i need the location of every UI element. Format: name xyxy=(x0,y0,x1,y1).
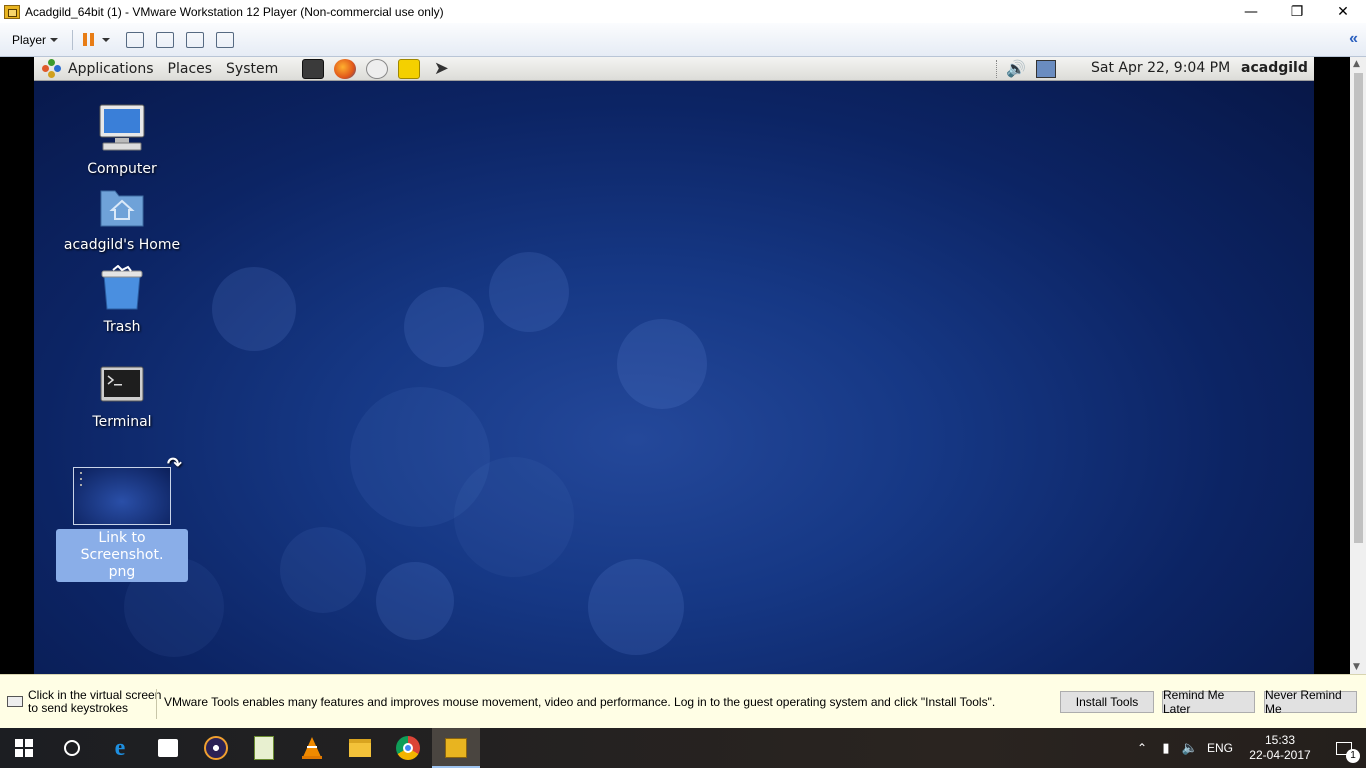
restore-button[interactable]: ❐ xyxy=(1274,0,1320,23)
mail-client-icon[interactable] xyxy=(366,58,389,79)
window-title: Acadgild_64bit (1) - VMware Workstation … xyxy=(25,4,444,19)
taskbar-clock[interactable]: 15:33 22-04-2017 xyxy=(1238,733,1322,763)
taskbar-vlc[interactable] xyxy=(288,728,336,768)
vmware-player-icon xyxy=(445,738,467,758)
desktop-icon-label: Link to Screenshot. png xyxy=(56,529,188,582)
notification-divider xyxy=(156,689,157,719)
window-titlebar: Acadgild_64bit (1) - VMware Workstation … xyxy=(0,0,1366,23)
system-menu[interactable]: System xyxy=(226,61,278,77)
show-hidden-icons-chevron-icon[interactable]: ⌃ xyxy=(1130,741,1154,755)
vertical-scrollbar[interactable]: ▲ ▼ xyxy=(1350,57,1366,674)
unity-icon[interactable] xyxy=(216,31,235,48)
system-tray: ⌃ ▮ 🔈 ENG 15:33 22-04-2017 1 xyxy=(1130,728,1366,768)
network-disconnected-icon[interactable] xyxy=(1036,60,1056,78)
taskbar-notepadpp[interactable] xyxy=(240,728,288,768)
desktop-icon-trash[interactable]: Trash xyxy=(57,264,187,336)
virtual-machine-screen[interactable]: Applications Places System ➤ 🔊 Sat Apr 2… xyxy=(34,57,1314,674)
speaker-icon[interactable]: 🔈 xyxy=(1178,740,1202,756)
desktop-icon-screenshot-link[interactable]: ↷ Link to Screenshot. png xyxy=(56,454,188,582)
panel-separator xyxy=(996,60,998,78)
start-button[interactable] xyxy=(0,728,48,768)
shortcut-arrow-icon: ↷ xyxy=(166,454,182,475)
mysql-workbench-icon[interactable]: ➤ xyxy=(430,58,452,79)
desktop-icon-computer[interactable]: Computer xyxy=(57,103,187,178)
taskbar-edge[interactable]: e xyxy=(96,728,144,768)
action-center-button[interactable]: 1 xyxy=(1322,728,1366,768)
remind-me-later-button[interactable]: Remind Me Later xyxy=(1162,688,1255,716)
player-menu-button[interactable]: Player xyxy=(12,32,59,47)
notepad-plus-plus-icon xyxy=(254,736,274,760)
scrollbar-thumb[interactable] xyxy=(1354,73,1363,543)
applications-menu[interactable]: Applications xyxy=(68,61,154,77)
edge-icon: e xyxy=(114,734,126,761)
desktop-icon-label: acadgild's Home xyxy=(63,237,181,253)
cortana-icon xyxy=(64,740,80,756)
home-folder-icon xyxy=(100,190,144,227)
folder-icon xyxy=(349,739,371,757)
volume-icon[interactable]: 🔊 xyxy=(1006,59,1026,78)
vlc-icon xyxy=(302,737,322,759)
windows-taskbar: e ⌃ ▮ 🔈 ENG 15:33 22-04-2017 1 xyxy=(0,728,1366,768)
never-remind-me-button[interactable]: Never Remind Me xyxy=(1264,688,1357,716)
vmware-toolbar: Player « xyxy=(0,23,1366,57)
desktop-icon-label: Computer xyxy=(87,161,157,177)
taskbar-store[interactable] xyxy=(144,728,192,768)
scroll-down-icon[interactable]: ▼ xyxy=(1353,662,1360,672)
panel-clock[interactable]: Sat Apr 22, 9:04 PM xyxy=(1091,60,1230,76)
panel-username[interactable]: acadgild xyxy=(1241,60,1308,76)
taskbar-vmware-player[interactable] xyxy=(432,728,480,768)
taskbar-date: 22-04-2017 xyxy=(1249,748,1311,762)
terminal-launcher-icon[interactable] xyxy=(302,58,325,79)
chevron-down-icon xyxy=(50,37,59,42)
scroll-up-icon[interactable]: ▲ xyxy=(1353,59,1360,69)
chrome-icon xyxy=(396,736,420,760)
taskbar-eclipse[interactable] xyxy=(192,728,240,768)
desktop-icon-label: Terminal xyxy=(92,414,152,430)
screenshot-thumbnail-icon: ↷ xyxy=(73,454,182,525)
keystroke-hint: Click in the virtual screen to send keys… xyxy=(28,688,162,715)
windows-logo-icon xyxy=(15,739,33,757)
install-tools-button[interactable]: Install Tools xyxy=(1060,691,1154,713)
keyboard-icon xyxy=(7,696,23,707)
close-button[interactable]: ✕ xyxy=(1320,0,1366,23)
toolbar-divider xyxy=(72,29,74,50)
firefox-icon[interactable] xyxy=(334,58,357,79)
places-menu[interactable]: Places xyxy=(168,61,213,77)
collapse-toolbar-icon[interactable]: « xyxy=(1349,30,1358,48)
taskbar-chrome[interactable] xyxy=(384,728,432,768)
eclipse-icon xyxy=(204,736,228,760)
gnome-foot-icon xyxy=(42,58,62,79)
notification-message: VMware Tools enables many features and i… xyxy=(164,695,996,709)
vmware-player-icon xyxy=(4,4,20,19)
removable-devices-icon[interactable] xyxy=(156,31,175,48)
notification-count-badge: 1 xyxy=(1346,749,1360,763)
vmware-tools-notification: Click in the virtual screen to send keys… xyxy=(0,674,1366,728)
taskbar-time: 15:33 xyxy=(1264,733,1296,747)
minimize-button[interactable]: — xyxy=(1228,0,1274,23)
desktop-icon-label: Trash xyxy=(103,319,141,335)
pause-icon[interactable] xyxy=(83,33,95,46)
store-icon xyxy=(158,739,178,757)
text-editor-icon[interactable] xyxy=(398,58,421,79)
desktop-icon-terminal[interactable]: Terminal xyxy=(57,366,187,431)
computer-icon xyxy=(99,104,145,151)
taskbar-file-explorer[interactable] xyxy=(336,728,384,768)
fullscreen-icon[interactable] xyxy=(186,31,205,48)
terminal-icon xyxy=(100,366,144,402)
cortana-button[interactable] xyxy=(48,728,96,768)
trash-icon xyxy=(101,264,143,310)
player-menu-label: Player xyxy=(12,32,47,47)
battery-icon[interactable]: ▮ xyxy=(1154,740,1178,756)
gnome-top-panel: Applications Places System ➤ 🔊 Sat Apr 2… xyxy=(34,57,1314,81)
send-ctrl-alt-del-icon[interactable] xyxy=(126,31,145,48)
chevron-down-icon[interactable] xyxy=(102,37,111,42)
language-indicator[interactable]: ENG xyxy=(1202,741,1238,755)
desktop-icon-home[interactable]: acadgild's Home xyxy=(57,185,187,254)
